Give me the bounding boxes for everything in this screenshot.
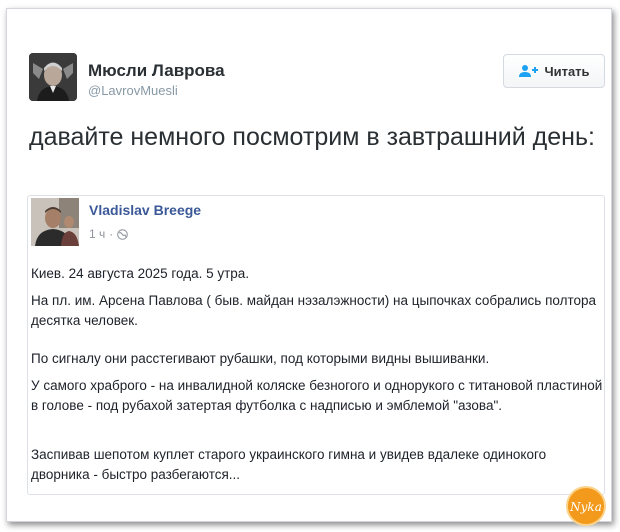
follow-button[interactable]: Читать	[503, 54, 605, 88]
follow-button-label: Читать	[544, 63, 590, 79]
embedded-author-photo[interactable]	[31, 198, 79, 246]
embedded-facebook-post[interactable]: Vladislav Breege 1 ч · Киев. 24 августа …	[27, 195, 605, 495]
svg-text:Nyka: Nyka	[569, 500, 602, 514]
post-paragraph: По сигналу они расстегивают рубашки, под…	[31, 351, 490, 366]
author-display-name[interactable]: Мюсли Лаврова	[88, 61, 225, 81]
tweet-card: Мюсли Лаврова @LavrovMuesli Читать давай…	[6, 8, 612, 526]
globe-icon	[117, 228, 129, 240]
add-user-icon	[518, 64, 539, 78]
embedded-post-meta: 1 ч ·	[89, 227, 129, 241]
post-paragraph: Киев. 24 августа 2025 года. 5 утра.	[31, 266, 250, 281]
watermark-logo: Nyka	[565, 485, 607, 527]
author-avatar[interactable]	[29, 53, 77, 101]
meta-separator: ·	[109, 227, 114, 241]
post-paragraph: Заспивав шепотом куплет старого украинск…	[31, 447, 547, 482]
author-handle[interactable]: @LavrovMuesli	[88, 83, 178, 98]
post-time[interactable]: 1 ч	[89, 227, 105, 241]
tweet-text: давайте немного посмотрим в завтрашний д…	[29, 123, 595, 151]
post-paragraph: У самого храброго - на инвалидной коляск…	[31, 378, 603, 413]
post-paragraph: На пл. им. Арсена Павлова ( быв. майдан …	[31, 293, 597, 328]
embedded-author-name[interactable]: Vladislav Breege	[89, 202, 201, 218]
